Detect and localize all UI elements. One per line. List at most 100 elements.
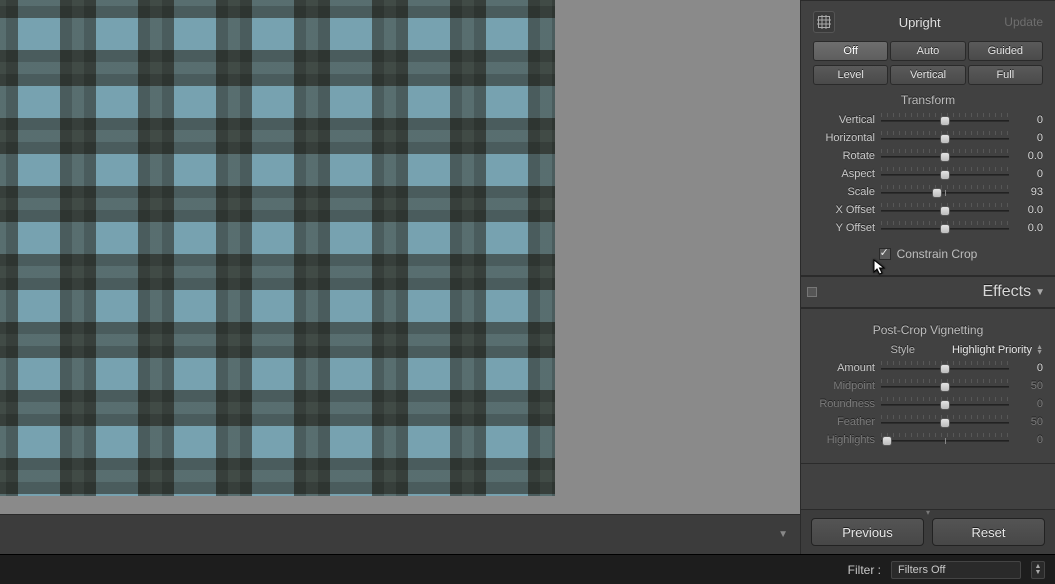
effects-slider-slider[interactable] bbox=[881, 379, 1009, 393]
transform-slider-slider[interactable] bbox=[881, 185, 1009, 199]
transform-slider-value[interactable]: 93 bbox=[1015, 186, 1043, 198]
grip-icon: ▾ bbox=[926, 508, 930, 517]
transform-slider-value[interactable]: 0 bbox=[1015, 114, 1043, 126]
slider-thumb[interactable] bbox=[940, 224, 950, 234]
slider-thumb[interactable] bbox=[940, 418, 950, 428]
effects-slider-slider[interactable] bbox=[881, 361, 1009, 375]
upright-mode-full[interactable]: Full bbox=[968, 65, 1043, 85]
upright-mode-level[interactable]: Level bbox=[813, 65, 888, 85]
transform-slider-label: Vertical bbox=[813, 114, 875, 126]
main-row: ▼ bbox=[0, 0, 1055, 554]
transform-slider-slider[interactable] bbox=[881, 149, 1009, 163]
transform-slider-label: Rotate bbox=[813, 150, 875, 162]
previous-button[interactable]: Previous bbox=[811, 518, 924, 546]
constrain-crop-row: Constrain Crop bbox=[813, 247, 1043, 261]
transform-slider-slider[interactable] bbox=[881, 131, 1009, 145]
effects-slider-slider[interactable] bbox=[881, 415, 1009, 429]
transform-slider-row: Rotate 0.0 bbox=[813, 147, 1043, 165]
slider-thumb[interactable] bbox=[882, 436, 892, 446]
filter-select[interactable]: Filters Off bbox=[891, 561, 1021, 579]
upright-row: Upright Update bbox=[813, 9, 1043, 41]
vignette-style-select[interactable]: Highlight Priority ▲▼ bbox=[923, 344, 1043, 356]
transform-slider-row: Horizontal 0 bbox=[813, 129, 1043, 147]
effects-slider-label: Highlights bbox=[813, 434, 875, 446]
effects-panel-header[interactable]: Effects ▼ bbox=[801, 276, 1055, 308]
transform-slider-label: Aspect bbox=[813, 168, 875, 180]
panel-footer-buttons: ▾ Previous Reset bbox=[801, 509, 1055, 554]
vignette-style-label: Style bbox=[891, 344, 915, 356]
transform-slider-row: X Offset 0.0 bbox=[813, 201, 1043, 219]
reset-button[interactable]: Reset bbox=[932, 518, 1045, 546]
upright-mode-guided[interactable]: Guided bbox=[968, 41, 1043, 61]
slider-thumb[interactable] bbox=[940, 364, 950, 374]
transform-panel: Upright Update Off Auto Guided Level Ver… bbox=[801, 0, 1055, 276]
transform-slider-value[interactable]: 0.0 bbox=[1015, 150, 1043, 162]
transform-slider-label: Y Offset bbox=[813, 222, 875, 234]
slider-thumb[interactable] bbox=[940, 206, 950, 216]
transform-slider-value[interactable]: 0.0 bbox=[1015, 204, 1043, 216]
preview-footer-bar: ▼ bbox=[0, 514, 800, 554]
transform-slider-value[interactable]: 0 bbox=[1015, 168, 1043, 180]
filter-stepper[interactable]: ▲ ▼ bbox=[1031, 561, 1045, 579]
upright-mode-vertical[interactable]: Vertical bbox=[890, 65, 965, 85]
upright-tool-icon[interactable] bbox=[813, 11, 835, 33]
effects-slider-value[interactable]: 0 bbox=[1015, 362, 1043, 374]
upright-mode-auto[interactable]: Auto bbox=[890, 41, 965, 61]
slider-thumb[interactable] bbox=[940, 152, 950, 162]
chevron-down-icon[interactable]: ▼ bbox=[1035, 287, 1045, 298]
vignette-style-row: Style Highlight Priority ▲▼ bbox=[813, 341, 1043, 359]
effects-slider-label: Midpoint bbox=[813, 380, 875, 392]
effects-slider-row: Midpoint 50 bbox=[813, 377, 1043, 395]
slider-thumb[interactable] bbox=[940, 170, 950, 180]
transform-slider-row: Aspect 0 bbox=[813, 165, 1043, 183]
preview-canvas-bg bbox=[0, 496, 800, 514]
chevron-down-icon: ▼ bbox=[1035, 570, 1042, 576]
transform-section-title: Transform bbox=[813, 93, 1043, 107]
effects-slider-slider[interactable] bbox=[881, 433, 1009, 447]
effects-slider-label: Amount bbox=[813, 362, 875, 374]
effects-slider-row: Roundness0 bbox=[813, 395, 1043, 413]
panel-scroll[interactable]: Upright Update Off Auto Guided Level Ver… bbox=[801, 0, 1055, 509]
slider-thumb[interactable] bbox=[932, 188, 942, 198]
upright-mode-off[interactable]: Off bbox=[813, 41, 888, 61]
transform-slider-value[interactable]: 0 bbox=[1015, 132, 1043, 144]
preview-image[interactable] bbox=[0, 0, 555, 496]
transform-slider-value[interactable]: 0.0 bbox=[1015, 222, 1043, 234]
upright-mode-row-2: Level Vertical Full bbox=[813, 65, 1043, 85]
effects-sliders: Amount0Midpoint50Roundness0Feather50High… bbox=[813, 359, 1043, 449]
app-root: ▼ bbox=[0, 0, 1055, 584]
chevron-down-icon[interactable]: ▼ bbox=[778, 529, 788, 540]
slider-thumb[interactable] bbox=[940, 382, 950, 392]
preview-area: ▼ bbox=[0, 0, 800, 554]
right-panel: Upright Update Off Auto Guided Level Ver… bbox=[800, 0, 1055, 554]
effects-title: Effects bbox=[817, 283, 1035, 301]
transform-slider-slider[interactable] bbox=[881, 113, 1009, 127]
transform-slider-slider[interactable] bbox=[881, 167, 1009, 181]
updown-arrows-icon: ▲▼ bbox=[1036, 345, 1043, 355]
effects-slider-row: Highlights 0 bbox=[813, 431, 1043, 449]
slider-thumb[interactable] bbox=[940, 116, 950, 126]
effects-slider-slider[interactable] bbox=[881, 397, 1009, 411]
transform-slider-row: Scale93 bbox=[813, 183, 1043, 201]
transform-slider-slider[interactable] bbox=[881, 203, 1009, 217]
effects-slider-value[interactable]: 50 bbox=[1015, 380, 1043, 392]
transform-slider-label: Horizontal bbox=[813, 132, 875, 144]
effects-slider-value[interactable]: 50 bbox=[1015, 416, 1043, 428]
constrain-crop-checkbox[interactable] bbox=[879, 248, 891, 260]
slider-thumb[interactable] bbox=[940, 134, 950, 144]
transform-slider-row: Y Offset 0.0 bbox=[813, 219, 1043, 237]
effects-toggle-switch[interactable] bbox=[807, 287, 817, 297]
effects-slider-value[interactable]: 0 bbox=[1015, 398, 1043, 410]
effects-slider-value[interactable]: 0 bbox=[1015, 434, 1043, 446]
transform-slider-slider[interactable] bbox=[881, 221, 1009, 235]
slider-thumb[interactable] bbox=[940, 400, 950, 410]
vignette-section-title: Post-Crop Vignetting bbox=[813, 323, 1043, 337]
effects-slider-row: Feather50 bbox=[813, 413, 1043, 431]
vignette-style-value: Highlight Priority bbox=[952, 344, 1032, 356]
filter-label: Filter : bbox=[848, 563, 881, 577]
upright-update-button[interactable]: Update bbox=[1004, 15, 1043, 29]
constrain-crop-label: Constrain Crop bbox=[897, 247, 978, 261]
app-footer: Filter : Filters Off ▲ ▼ bbox=[0, 554, 1055, 584]
transform-slider-row: Vertical 0 bbox=[813, 111, 1043, 129]
transform-slider-label: X Offset bbox=[813, 204, 875, 216]
